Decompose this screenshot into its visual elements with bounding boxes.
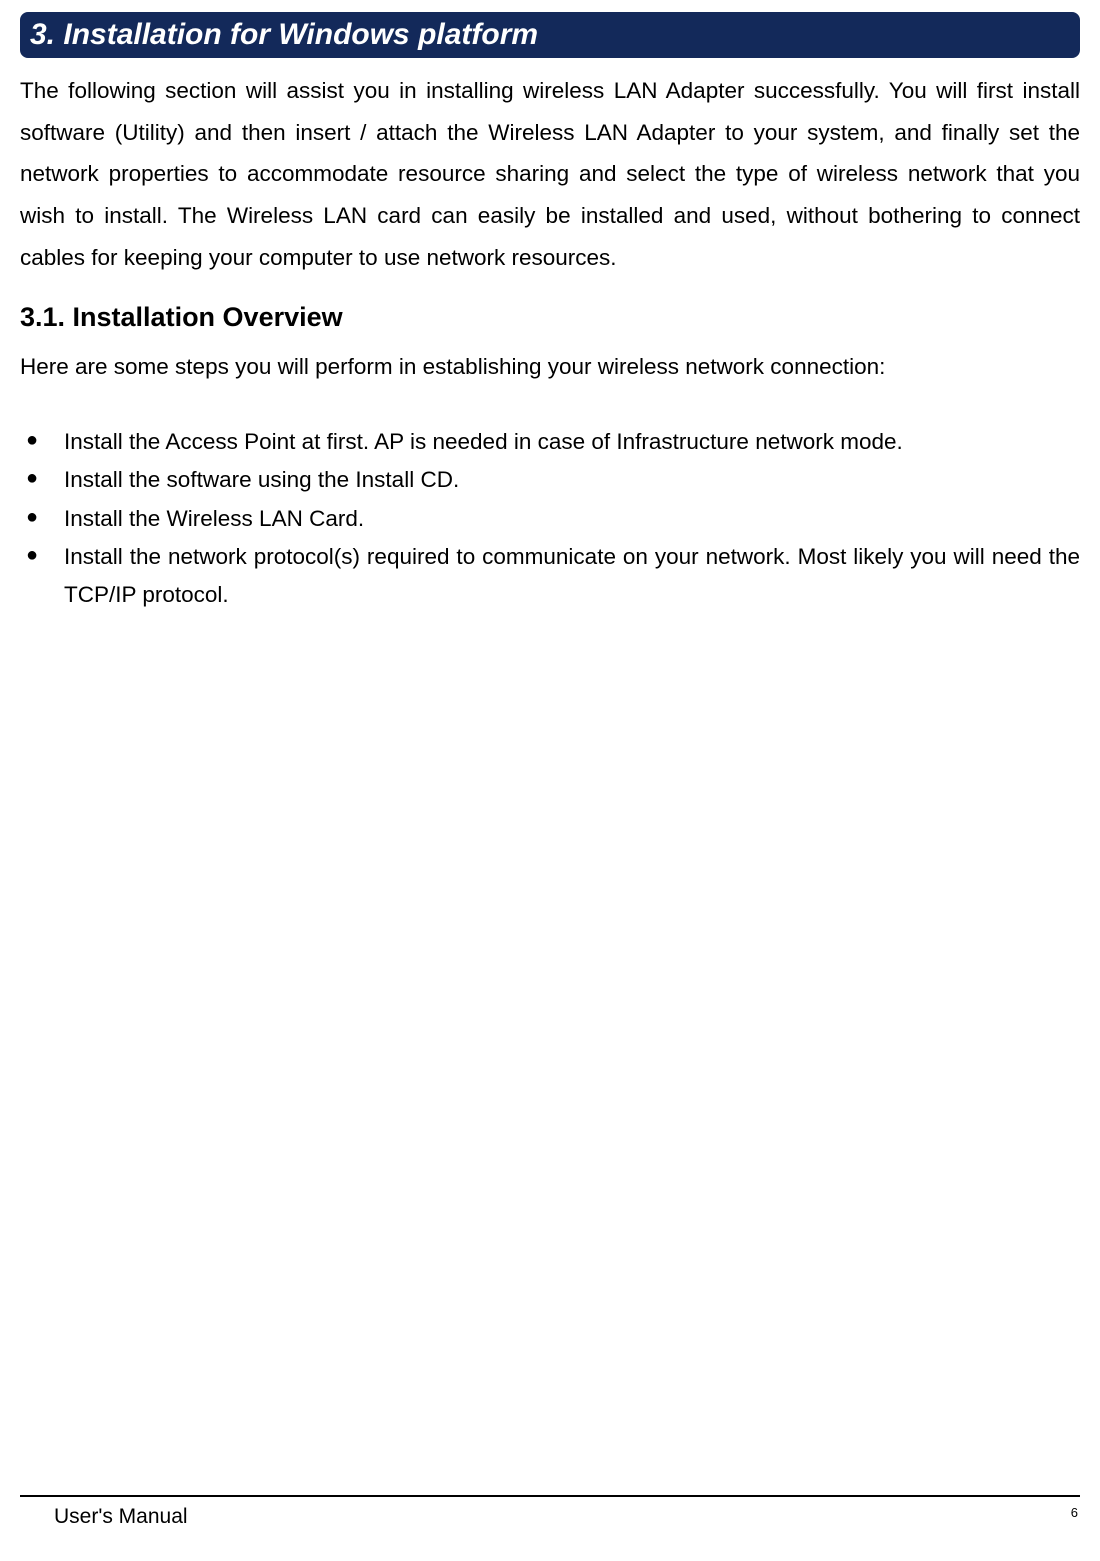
section-intro-text: The following section will assist you in…: [20, 70, 1080, 278]
page-footer: User's Manual 6: [20, 1495, 1080, 1529]
subsection-header: 3.1. Installation Overview: [20, 302, 1080, 333]
list-item: Install the software using the Install C…: [24, 461, 1080, 499]
list-item: Install the Wireless LAN Card.: [24, 500, 1080, 538]
list-item: Install the network protocol(s) required…: [24, 538, 1080, 615]
subsection-intro-text: Here are some steps you will perform in …: [20, 349, 1080, 385]
section-header: 3. Installation for Windows platform: [20, 12, 1080, 58]
bullet-list: Install the Access Point at first. AP is…: [20, 423, 1080, 614]
list-item: Install the Access Point at first. AP is…: [24, 423, 1080, 461]
footer-page-number: 6: [1071, 1505, 1080, 1520]
footer-manual-label: User's Manual: [20, 1505, 188, 1529]
